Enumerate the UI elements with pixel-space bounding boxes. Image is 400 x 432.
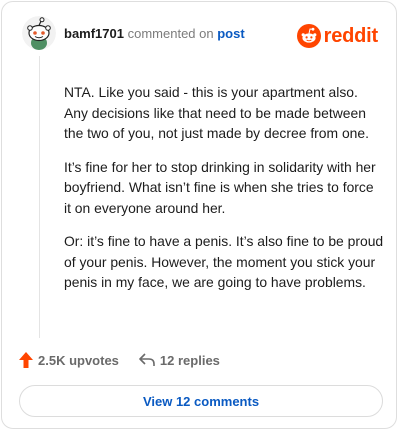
post-link[interactable]: post <box>217 26 244 41</box>
comment-paragraph: It’s fine for her to stop drinking in so… <box>64 158 376 216</box>
comment-paragraph: NTA. Like you said - this is your apartm… <box>64 84 369 141</box>
upvote-button[interactable]: 2.5K upvotes <box>19 352 119 368</box>
comment-actions: 2.5K upvotes 12 replies <box>19 350 220 370</box>
avatar-snoo-icon <box>22 16 56 50</box>
reddit-logo[interactable]: reddit <box>296 23 379 49</box>
comment-body: NTA. Like you said - this is your apartm… <box>64 82 384 306</box>
reply-button[interactable]: 12 replies <box>139 353 220 368</box>
thread-line[interactable] <box>39 56 40 338</box>
reddit-wordmark: reddit <box>323 24 379 47</box>
avatar[interactable] <box>22 16 56 50</box>
reply-arrow-icon <box>139 353 155 366</box>
username[interactable]: bamf1701 <box>64 26 124 41</box>
comment-paragraph: Or: it’s fine to have a penis. It’s also… <box>64 233 384 290</box>
comment-card: bamf1701 commented on post reddit NTA. L… <box>1 1 397 429</box>
commented-on-label: commented on <box>127 26 214 41</box>
view-comments-button[interactable]: View 12 comments <box>19 385 383 417</box>
comment-header: bamf1701 commented on post <box>64 26 245 42</box>
reddit-logo-icon <box>296 24 321 48</box>
upvote-arrow-icon <box>19 352 33 368</box>
upvote-count: 2.5K upvotes <box>38 352 119 368</box>
reply-count: 12 replies <box>159 352 220 368</box>
